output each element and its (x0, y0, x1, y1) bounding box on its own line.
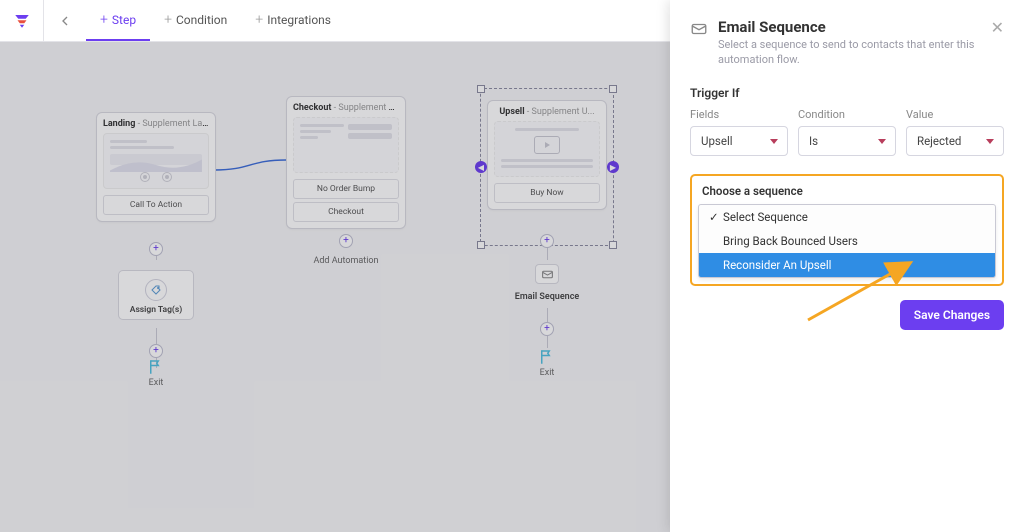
fields-label: Fields (690, 108, 788, 121)
fields-select[interactable]: Upsell (690, 126, 788, 156)
tab-condition-label: Condition (176, 13, 227, 27)
trigger-if-label: Trigger If (690, 86, 1004, 100)
value-select[interactable]: Rejected (906, 126, 1004, 156)
tab-integrations[interactable]: +Integrations (241, 0, 345, 41)
save-button[interactable]: Save Changes (900, 300, 1004, 330)
close-icon[interactable]: ✕ (991, 18, 1004, 37)
brand-logo (0, 0, 44, 42)
back-button[interactable] (44, 13, 86, 29)
choose-sequence-box: Choose a sequence ✓Select Sequence Bring… (690, 174, 1004, 286)
fields-value: Upsell (701, 134, 733, 148)
sequence-dropdown[interactable]: ✓Select Sequence Bring Back Bounced User… (698, 204, 996, 278)
tab-step-label: Step (112, 13, 136, 27)
sequence-option-placeholder[interactable]: ✓Select Sequence (699, 205, 995, 229)
option-label: Select Sequence (723, 210, 808, 224)
tab-integrations-label: Integrations (267, 13, 331, 27)
option-label: Reconsider An Upsell (723, 258, 831, 272)
panel-subtitle: Select a sequence to send to contacts th… (718, 38, 981, 68)
tab-condition[interactable]: +Condition (150, 0, 241, 41)
condition-label: Condition (798, 108, 896, 121)
value-value: Rejected (917, 134, 961, 148)
envelope-icon (690, 20, 708, 42)
option-label: Bring Back Bounced Users (723, 234, 858, 248)
tab-step[interactable]: +Step (86, 0, 150, 41)
panel-title: Email Sequence (718, 18, 981, 36)
choose-sequence-label: Choose a sequence (702, 184, 992, 198)
sequence-option-reconsider[interactable]: Reconsider An Upsell (699, 253, 995, 277)
side-panel-email-sequence: Email Sequence Select a sequence to send… (670, 0, 1024, 532)
value-label: Value (906, 108, 1004, 121)
condition-select[interactable]: Is (798, 126, 896, 156)
sequence-option-bounced[interactable]: Bring Back Bounced Users (699, 229, 995, 253)
condition-value: Is (809, 134, 818, 148)
